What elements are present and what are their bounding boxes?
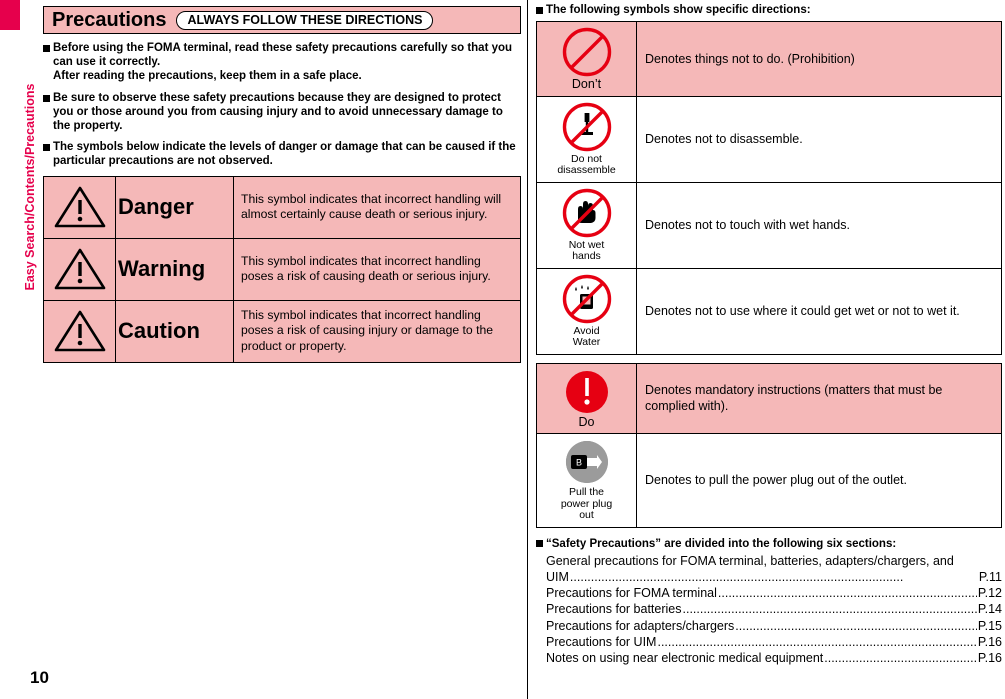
toc-entry-page: P.16 <box>977 651 1002 666</box>
toc-entry-page: P.14 <box>977 602 1002 617</box>
mandatory-caption: Do <box>578 414 595 429</box>
sections-heading: “Safety Precautions” are divided into th… <box>536 537 1002 551</box>
toc-leader-dots: ........................................… <box>735 618 977 633</box>
toc-entry-name: Precautions for batteries <box>546 602 682 617</box>
section-title-bar: Precautions ALWAYS FOLLOW THESE DIRECTIO… <box>43 6 521 34</box>
bullet-square-icon <box>43 45 50 52</box>
left-column: Precautions ALWAYS FOLLOW THESE DIRECTIO… <box>43 6 521 363</box>
table-row: Danger This symbol indicates that incorr… <box>43 175 521 239</box>
danger-levels-table: Danger This symbol indicates that incorr… <box>43 175 521 363</box>
side-tab-label: Easy Search/Contents/Precautions <box>23 83 37 291</box>
table-of-contents: General precautions for FOMA terminal, b… <box>546 553 1002 667</box>
toc-leader-dots: ........................................… <box>717 586 977 601</box>
toc-entry-page: P.11 <box>978 569 1002 584</box>
toc-leader-dots: ........................................… <box>657 634 977 649</box>
table-row: Do Denotes mandatory instructions (matte… <box>536 362 1002 434</box>
follow-directions-badge: ALWAYS FOLLOW THESE DIRECTIONS <box>176 10 434 30</box>
level-description: This symbol indicates that incorrect han… <box>233 299 521 363</box>
symbols-heading-text: The following symbols show specific dire… <box>546 4 811 16</box>
toc-entry-name: Precautions for FOMA terminal <box>546 586 717 601</box>
unplug-power-icon: B Pull the power plug out <box>536 433 637 528</box>
intro-bullets: Before using the FOMA terminal, read the… <box>43 41 521 169</box>
toc-entry-name: UIM <box>546 569 569 584</box>
table-row: Avoid Water Denotes not to use where it … <box>536 267 1002 355</box>
toc-entry[interactable]: Precautions for UIM ....................… <box>546 634 1002 650</box>
toc-entry-name: Precautions for adapters/chargers <box>546 618 735 633</box>
page-number: 10 <box>30 668 49 687</box>
bullet-square-icon <box>536 539 543 547</box>
warning-triangle-icon <box>43 175 116 239</box>
prohibition-caption: Don’t <box>571 77 602 91</box>
toc-leader-dots: ........................................… <box>824 651 977 666</box>
level-name: Caution <box>118 318 200 344</box>
level-name-cell: Danger <box>115 175 234 239</box>
level-description: This symbol indicates that incorrect han… <box>233 237 521 301</box>
avoid-water-icon: Avoid Water <box>536 267 637 355</box>
bullet-square-icon <box>43 144 50 152</box>
table-row: Caution This symbol indicates that incor… <box>43 299 521 363</box>
toc-entry[interactable]: UIM ....................................… <box>546 569 1002 585</box>
no-wet-hands-icon: Not wet hands <box>536 181 637 269</box>
toc-entry-name-wrap: General precautions for FOMA terminal, b… <box>546 553 954 568</box>
toc-entry-page: P.12 <box>977 586 1002 601</box>
level-name-cell: Warning <box>115 237 234 301</box>
svg-text:B: B <box>576 458 582 468</box>
table-row: Not wet hands Denotes not to touch with … <box>536 181 1002 269</box>
symbols-heading: The following symbols show specific dire… <box>536 4 1002 17</box>
prohibition-description: Denotes things not to do. (Prohibition) <box>636 21 1002 97</box>
level-description: This symbol indicates that incorrect han… <box>233 175 521 239</box>
toc-entry[interactable]: Precautions for adapters/chargers ......… <box>546 618 1002 634</box>
toc-entry-page: P.15 <box>977 618 1002 633</box>
toc-leader-dots: ........................................… <box>682 602 977 617</box>
bullet-square-icon <box>43 94 50 102</box>
no-disassemble-icon: Do not disassemble <box>536 95 637 183</box>
mandatory-symbols-table: Do Denotes mandatory instructions (matte… <box>536 362 1002 528</box>
side-tab-marker <box>0 0 20 30</box>
table-gap <box>536 355 1002 363</box>
warning-triangle-icon <box>43 237 116 301</box>
unplug-power-description: Denotes to pull the power plug out of th… <box>636 433 1002 528</box>
unplug-power-caption: Pull the power plug out <box>560 486 613 521</box>
intro-bullet: Be sure to observe these safety precauti… <box>43 91 521 134</box>
bullet-square-icon <box>536 7 543 14</box>
toc-entry[interactable]: Notes on using near electronic medical e… <box>546 650 1002 666</box>
toc-entry[interactable]: Precautions for FOMA terminal ..........… <box>546 585 1002 601</box>
warning-triangle-icon <box>43 299 116 363</box>
no-wet-hands-description: Denotes not to touch with wet hands. <box>636 181 1002 269</box>
no-disassemble-description: Denotes not to disassemble. <box>636 95 1002 183</box>
side-tab: Easy Search/Contents/Precautions <box>0 0 37 699</box>
avoid-water-description: Denotes not to use where it could get we… <box>636 267 1002 355</box>
avoid-water-caption: Avoid Water <box>572 324 601 348</box>
toc-entry-name: Notes on using near electronic medical e… <box>546 651 824 666</box>
intro-bullet-text: Be sure to observe these safety precauti… <box>53 91 503 133</box>
intro-bullet-text: Before using the FOMA terminal, read the… <box>53 42 513 83</box>
intro-bullet: Before using the FOMA terminal, read the… <box>43 41 521 84</box>
mandatory-icon: Do <box>536 362 637 434</box>
table-row: B Pull the power plug out Denotes to pul… <box>536 433 1002 528</box>
right-column: The following symbols show specific dire… <box>536 4 1002 667</box>
column-divider <box>527 0 528 699</box>
toc-leader-dots: ........................................… <box>569 569 904 584</box>
intro-bullet: The symbols below indicate the levels of… <box>43 140 521 168</box>
level-name-cell: Caution <box>115 299 234 363</box>
table-row: Do not disassemble Denotes not to disass… <box>536 95 1002 183</box>
page-title: Precautions <box>52 8 167 31</box>
prohibition-symbols-table: Don’t Denotes things not to do. (Prohibi… <box>536 21 1002 355</box>
prohibition-icon: Don’t <box>536 21 637 97</box>
level-name: Danger <box>118 194 194 220</box>
toc-entry-page: P.16 <box>977 634 1002 649</box>
no-wet-hands-caption: Not wet hands <box>568 238 605 262</box>
intro-bullet-text: The symbols below indicate the levels of… <box>53 141 516 168</box>
level-name: Warning <box>118 256 206 282</box>
table-row: Don’t Denotes things not to do. (Prohibi… <box>536 21 1002 97</box>
mandatory-description: Denotes mandatory instructions (matters … <box>636 362 1002 434</box>
toc-entry[interactable]: Precautions for batteries ..............… <box>546 601 1002 617</box>
no-disassemble-caption: Do not disassemble <box>557 152 616 176</box>
toc-entry-name: Precautions for UIM <box>546 634 657 649</box>
table-row: Warning This symbol indicates that incor… <box>43 237 521 301</box>
sections-heading-text: “Safety Precautions” are divided into th… <box>546 537 897 550</box>
